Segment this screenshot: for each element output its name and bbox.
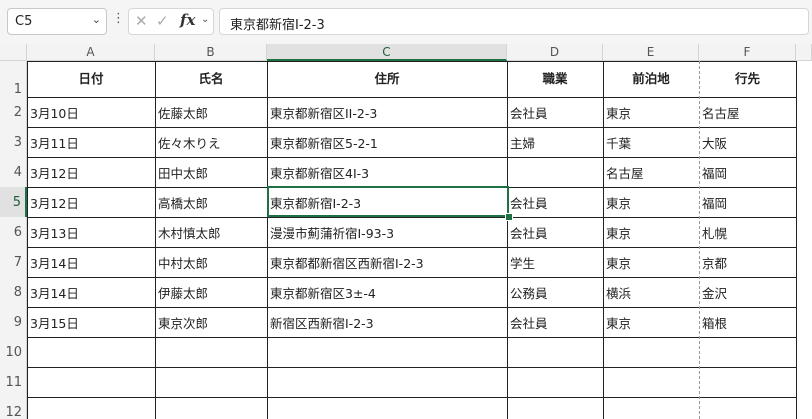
formula-bar: C5 ⌄ ⋮ ✕ ✓ fx ⌄ 東京都新宿I-2-3 bbox=[0, 0, 812, 44]
select-all-corner[interactable] bbox=[0, 44, 27, 61]
table-header-cell[interactable]: 職業 bbox=[507, 61, 603, 97]
table-cell[interactable]: 札幌 bbox=[699, 217, 796, 247]
spreadsheet-grid[interactable]: A B C D E F 1 2 3 4 5 6 7 8 9 10 11 12 日付 氏名 住所 職業 前泊地 行先 3月10日佐… bbox=[0, 44, 812, 419]
cancel-icon[interactable]: ✕ bbox=[135, 12, 148, 30]
table-cell[interactable]: 中村太郎 bbox=[155, 247, 267, 277]
row-header-4[interactable]: 4 bbox=[0, 157, 27, 187]
chevron-down-icon[interactable]: ⌄ bbox=[201, 14, 209, 25]
row-header-3[interactable]: 3 bbox=[0, 127, 27, 157]
row-header-1[interactable]: 1 bbox=[0, 61, 27, 97]
row-header-2[interactable]: 2 bbox=[0, 97, 27, 127]
table-cell[interactable]: 横浜 bbox=[603, 277, 699, 307]
table-cell[interactable]: 千葉 bbox=[603, 127, 699, 157]
name-box[interactable]: C5 ⌄ bbox=[7, 8, 107, 35]
table-cell[interactable]: 3月14日 bbox=[27, 247, 155, 277]
table-cell[interactable]: 佐々木りえ bbox=[155, 127, 267, 157]
column-header-b[interactable]: B bbox=[155, 44, 267, 61]
enter-icon[interactable]: ✓ bbox=[156, 12, 169, 30]
chevron-down-icon[interactable]: ⌄ bbox=[92, 13, 101, 26]
table-cell[interactable]: 箱根 bbox=[699, 307, 796, 337]
table-cell[interactable]: 東京 bbox=[603, 247, 699, 277]
row-header-8[interactable]: 8 bbox=[0, 277, 27, 307]
table-cell[interactable]: 福岡 bbox=[699, 187, 796, 217]
table-header-cell[interactable]: 日付 bbox=[27, 61, 155, 97]
table-cell[interactable]: 3月10日 bbox=[27, 97, 155, 127]
table-cell[interactable]: 東京都新宿区4I-3 bbox=[267, 157, 507, 187]
fill-handle[interactable] bbox=[505, 213, 513, 221]
table-cell[interactable]: 3月12日 bbox=[27, 187, 155, 217]
table-cell[interactable]: 東京都新宿区II-2-3 bbox=[267, 97, 507, 127]
table-cell[interactable]: 東京 bbox=[603, 307, 699, 337]
table-cell[interactable]: 3月14日 bbox=[27, 277, 155, 307]
table-cell[interactable]: 田中太郎 bbox=[155, 157, 267, 187]
table-cell[interactable]: 東京 bbox=[603, 97, 699, 127]
table-cell[interactable]: 3月11日 bbox=[27, 127, 155, 157]
row-header-5[interactable]: 5 bbox=[0, 187, 27, 217]
table-cell[interactable]: 伊藤太郎 bbox=[155, 277, 267, 307]
table-header-cell[interactable]: 住所 bbox=[267, 61, 507, 97]
row-border bbox=[27, 397, 796, 398]
table-cell[interactable]: 福岡 bbox=[699, 157, 796, 187]
row-border bbox=[27, 337, 796, 338]
table-cell[interactable]: 東京都新宿区5-2-1 bbox=[267, 127, 507, 157]
column-border bbox=[796, 61, 797, 419]
table-cell[interactable]: 名古屋 bbox=[699, 97, 796, 127]
more-icon[interactable]: ⋮ bbox=[112, 12, 125, 25]
table-cell[interactable]: 会社員 bbox=[507, 307, 603, 337]
table-header-cell[interactable]: 氏名 bbox=[155, 61, 267, 97]
table-cell[interactable]: 東京都都新宿区西新宿I-2-3 bbox=[267, 247, 507, 277]
table-cell[interactable]: 3月12日 bbox=[27, 157, 155, 187]
table-cell[interactable]: 漫漫市薊蒲祈宿I-93-3 bbox=[267, 217, 507, 247]
row-header-12[interactable]: 12 bbox=[0, 397, 27, 419]
table-cell[interactable] bbox=[507, 157, 603, 187]
table-cell[interactable]: 公務員 bbox=[507, 277, 603, 307]
table-cell[interactable]: 大阪 bbox=[699, 127, 796, 157]
table-cell[interactable]: 会社員 bbox=[507, 217, 603, 247]
row-border bbox=[27, 367, 796, 368]
name-box-value: C5 bbox=[15, 14, 33, 29]
table-cell[interactable]: 東京都新宿区3±-4 bbox=[267, 277, 507, 307]
table-cell[interactable]: 3月13日 bbox=[27, 217, 155, 247]
table-cell[interactable]: 木村慎太郎 bbox=[155, 217, 267, 247]
table-cell[interactable]: 3月15日 bbox=[27, 307, 155, 337]
row-header-9[interactable]: 9 bbox=[0, 307, 27, 337]
row-header-7[interactable]: 7 bbox=[0, 247, 27, 277]
column-header-e[interactable]: E bbox=[603, 44, 699, 61]
table-cell[interactable]: 東京次郎 bbox=[155, 307, 267, 337]
row-header-11[interactable]: 11 bbox=[0, 367, 27, 397]
table-cell[interactable]: 新宿区西新宿I-2-3 bbox=[267, 307, 507, 337]
table-cell[interactable]: 会社員 bbox=[507, 187, 603, 217]
table-cell[interactable]: 名古屋 bbox=[603, 157, 699, 187]
table-cell[interactable]: 東京 bbox=[603, 187, 699, 217]
column-header-c[interactable]: C bbox=[267, 44, 507, 61]
table-cell[interactable]: 学生 bbox=[507, 247, 603, 277]
column-header-f[interactable]: F bbox=[699, 44, 796, 61]
column-header-a[interactable]: A bbox=[27, 44, 155, 61]
table-header-cell[interactable]: 行先 bbox=[699, 61, 796, 97]
fx-icon[interactable]: fx bbox=[180, 11, 195, 29]
table-cell[interactable]: 高橋太郎 bbox=[155, 187, 267, 217]
table-cell[interactable]: 佐藤太郎 bbox=[155, 97, 267, 127]
formula-input[interactable]: 東京都新宿I-2-3 bbox=[219, 8, 809, 35]
row-header-10[interactable]: 10 bbox=[0, 337, 27, 367]
table-cell[interactable]: 会社員 bbox=[507, 97, 603, 127]
column-header-overflow bbox=[796, 44, 812, 61]
table-cell[interactable]: 東京 bbox=[603, 217, 699, 247]
formula-controls: ✕ ✓ fx ⌄ bbox=[128, 8, 214, 35]
row-header-6[interactable]: 6 bbox=[0, 217, 27, 247]
formula-text: 東京都新宿I-2-3 bbox=[230, 18, 325, 33]
table-cell[interactable]: 東京都新宿I-2-3 bbox=[267, 187, 507, 217]
table-cell[interactable]: 金沢 bbox=[699, 277, 796, 307]
column-header-d[interactable]: D bbox=[507, 44, 603, 61]
table-header-cell[interactable]: 前泊地 bbox=[603, 61, 699, 97]
table-cell[interactable]: 主婦 bbox=[507, 127, 603, 157]
table-cell[interactable]: 京都 bbox=[699, 247, 796, 277]
